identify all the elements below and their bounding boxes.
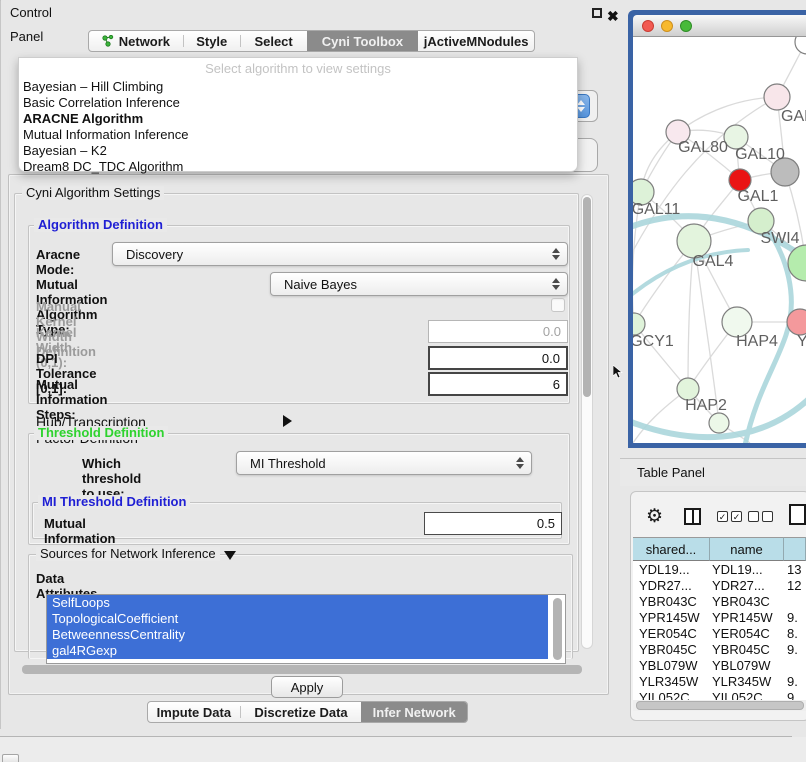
control-panel: Control Panel ✖ Network Style Select Cyn… (0, 0, 1, 729)
label-gal80: GAL80 (678, 139, 728, 156)
mi-threshold-definition-title: MI Threshold Definition (38, 495, 190, 509)
algorithm-option[interactable]: Bayesian – K2 (19, 143, 577, 159)
cyni-algorithm-settings-title: Cyni Algorithm Settings (22, 186, 164, 200)
mi-algorithm-type-select[interactable]: Naive Bayes (270, 272, 568, 296)
list-item[interactable]: SelfLoops (47, 595, 548, 611)
label-gal4: GAL4 (693, 253, 734, 270)
bottom-corner-button[interactable] (2, 754, 19, 762)
kernel-width-field[interactable]: 0.0 (428, 320, 568, 343)
zoom-traffic-light-icon[interactable] (680, 20, 692, 32)
dpi-tolerance-field[interactable]: 0.0 (428, 346, 568, 370)
table-row[interactable]: YIL052CYIL052C9. (633, 690, 806, 700)
node-bottom-partial (709, 413, 729, 433)
algorithm-dropdown-popup: Select algorithm to view settings Bayesi… (18, 57, 578, 172)
table-row[interactable]: YBL079WYBL079W (633, 658, 806, 674)
label-gal10: GAL10 (735, 146, 785, 163)
label-swi4: SWI4 (760, 230, 799, 247)
settings-horizontal-scrollbar[interactable] (22, 665, 582, 674)
sources-title: Sources for Network Inference (36, 547, 220, 561)
close-icon[interactable]: ✖ (607, 4, 619, 28)
table-row[interactable]: YPR145WYPR145W9. (633, 610, 806, 626)
column-header-name[interactable]: name (710, 537, 784, 561)
bottom-tabbar: Impute Data Discretize Data Infer Networ… (147, 701, 468, 723)
label-gcy1: GCY1 (633, 333, 674, 350)
column-layout-icon[interactable] (684, 508, 701, 525)
table-row[interactable]: YBR045CYBR045C9. (633, 642, 806, 658)
float-window-icon[interactable] (592, 8, 602, 18)
label-gal-partial: GAL (781, 108, 806, 125)
aracne-mode-label: Aracne Mode: (36, 247, 80, 277)
mouse-cursor (613, 365, 623, 379)
select-all-columns-icon[interactable]: ✓✓ (717, 511, 742, 522)
tab-cyni-toolbox[interactable]: Cyni Toolbox (307, 31, 419, 51)
algorithm-option[interactable]: Basic Correlation Inference (19, 95, 577, 111)
network-window-titlebar[interactable] (633, 15, 806, 37)
minimize-traffic-light-icon[interactable] (661, 20, 673, 32)
label-y-partial: Y (797, 333, 806, 350)
algorithm-option[interactable]: Dream8 DC_TDC Algorithm (19, 159, 577, 175)
list-scrollbar-thumb[interactable] (553, 598, 562, 660)
table-panel-titlebar: Table Panel (620, 458, 806, 486)
tab-style[interactable]: Style (184, 31, 240, 51)
new-table-icon[interactable] (789, 504, 806, 525)
data-attributes-list[interactable]: SelfLoops TopologicalCoefficient Between… (46, 594, 566, 664)
apply-button[interactable]: Apply (271, 676, 343, 698)
tab-discretize-data[interactable]: Discretize Data (241, 702, 362, 722)
manual-kernel-width-checkbox[interactable] (551, 298, 565, 312)
stepper-icon (552, 278, 560, 290)
column-header-partial[interactable] (784, 537, 806, 561)
bottom-strip (0, 737, 806, 762)
algorithm-option-aracne[interactable]: ARACNE Algorithm (19, 111, 577, 127)
table-row[interactable]: YDL19...YDL19...13 (633, 562, 806, 578)
algorithm-definition-title: Algorithm Definition (34, 218, 167, 232)
which-threshold-select[interactable]: MI Threshold (236, 451, 532, 475)
algorithm-option[interactable]: Mutual Information Inference (19, 127, 577, 143)
network-view-window[interactable]: GAL80 GAL10 GAL1 GAL11 SWI4 GAL4 GCY1 HA… (628, 10, 806, 448)
aracne-mode-select[interactable]: Discovery (112, 242, 568, 266)
table-body[interactable]: YDL19...YDL19...13 YDR27...YDR27...12 YB… (633, 561, 806, 700)
node-gal-partial (764, 84, 790, 110)
collapse-arrow-icon[interactable] (224, 551, 236, 560)
table-row[interactable]: YER054CYER054C8. (633, 626, 806, 642)
gear-icon[interactable]: ⚙ (646, 505, 663, 528)
stepper-icon (552, 248, 560, 260)
control-panel-title: Control Panel (10, 1, 52, 49)
settings-vertical-scrollbar[interactable] (581, 194, 593, 649)
tab-select[interactable]: Select (241, 31, 307, 51)
threshold-definition-title: Threshold Definition (34, 426, 168, 440)
control-panel-tabbar: Network Style Select Cyni Toolbox jActiv… (88, 30, 535, 52)
column-header-shared[interactable]: shared... (633, 537, 710, 561)
mi-steps-field[interactable]: 6 (428, 372, 568, 396)
list-item[interactable]: TopologicalCoefficient (47, 611, 548, 627)
label-hap2: HAP2 (685, 397, 727, 414)
table-row[interactable]: YBR043CYBR043C (633, 594, 806, 610)
table-row[interactable]: YLR345WYLR345W9. (633, 674, 806, 690)
expand-arrow-icon[interactable] (283, 415, 292, 427)
label-hap4: HAP4 (736, 333, 778, 350)
deselect-all-columns-icon[interactable] (748, 511, 773, 522)
tab-network[interactable]: Network (89, 31, 183, 51)
stepper-icon (516, 457, 524, 469)
tab-jactivemnodules[interactable]: jActiveMNodules (418, 31, 534, 51)
label-gal1: GAL1 (738, 188, 779, 205)
close-traffic-light-icon[interactable] (642, 20, 654, 32)
algorithm-option[interactable]: Bayesian – Hill Climbing (19, 79, 577, 95)
algorithm-placeholder: Select algorithm to view settings (19, 61, 577, 76)
table-row[interactable]: YDR27...YDR27...12 (633, 578, 806, 594)
list-item[interactable]: gal4RGexp (47, 643, 548, 659)
tab-impute-data[interactable]: Impute Data (148, 702, 240, 722)
table-horizontal-scrollbar[interactable] (633, 700, 806, 711)
settings-vertical-scrollbar-thumb[interactable] (583, 197, 591, 397)
tab-infer-network[interactable]: Infer Network (361, 702, 467, 722)
network-icon (102, 35, 114, 47)
table-horizontal-scrollbar-thumb[interactable] (636, 701, 804, 710)
label-gal11: GAL11 (633, 201, 680, 218)
table-panel-title: Table Panel (637, 459, 705, 487)
mi-threshold-field[interactable]: 0.5 (424, 512, 562, 535)
network-canvas[interactable]: GAL80 GAL10 GAL1 GAL11 SWI4 GAL4 GCY1 HA… (633, 37, 806, 443)
list-item[interactable]: BetweennessCentrality (47, 627, 548, 643)
